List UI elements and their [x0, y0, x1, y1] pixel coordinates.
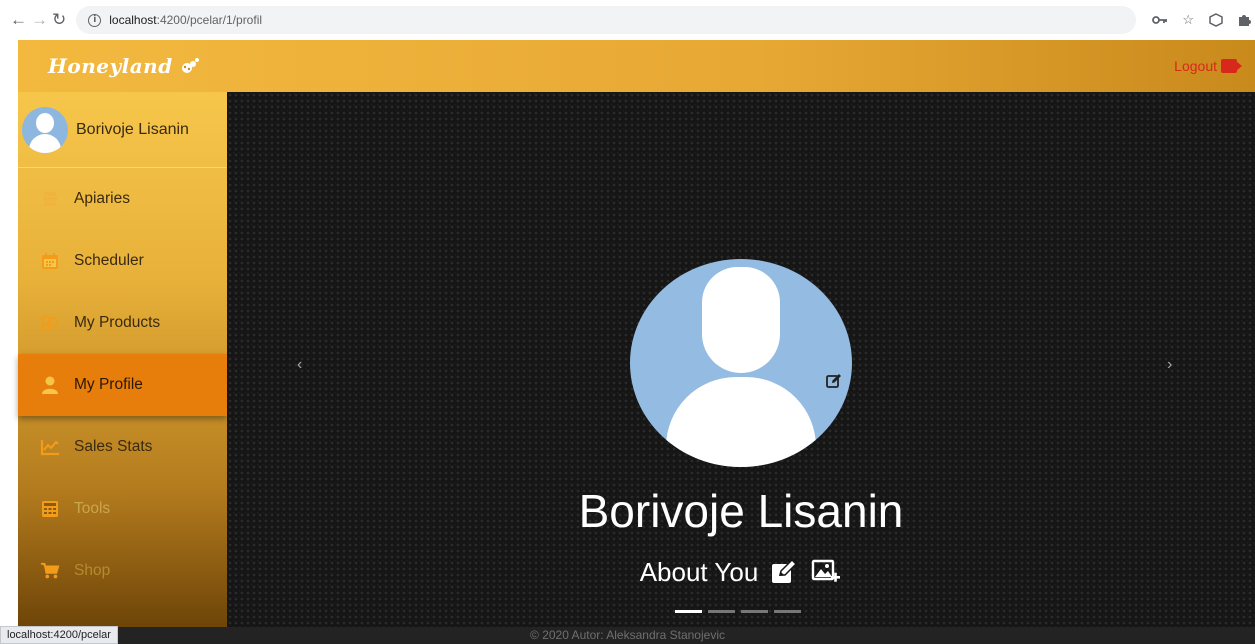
sidebar-item-label: My Profile: [74, 376, 143, 393]
carousel-indicator[interactable]: [774, 610, 801, 613]
brand-logo[interactable]: Honeyland: [48, 54, 201, 78]
sidebar-item-tools[interactable]: Tools: [18, 478, 227, 540]
sidebar-user-name: Borivoje Lisanin: [76, 120, 189, 138]
about-label: About You: [639, 556, 759, 587]
address-bar[interactable]: i localhost:4200/pcelar/1/profil: [76, 6, 1137, 34]
browser-toolbar: ← → ↻ i localhost:4200/pcelar/1/profil ☆…: [0, 0, 1255, 40]
sidebar-item-label: Tools: [74, 500, 111, 517]
bee-flower-icon: [179, 56, 201, 76]
sidebar-item-label: My Products: [74, 314, 161, 331]
logout-button[interactable]: Logout: [1174, 58, 1242, 74]
puzzle-icon[interactable]: [1236, 12, 1252, 28]
key-icon[interactable]: [1152, 12, 1168, 28]
url-host: localhost: [109, 13, 157, 27]
logout-label: Logout: [1174, 58, 1217, 74]
back-arrow-icon[interactable]: ←: [10, 9, 27, 31]
carousel-next-button[interactable]: ›: [1167, 356, 1172, 374]
calculator-icon: [40, 499, 60, 519]
chart-icon: [40, 437, 60, 457]
sidebar-item-label: Scheduler: [74, 252, 144, 269]
sidebar-item-label: Sales Stats: [74, 438, 153, 455]
sidebar-item-sales-stats[interactable]: Sales Stats: [18, 416, 227, 478]
honeycomb-icon: [40, 313, 60, 333]
sidebar-item-scheduler[interactable]: Scheduler: [18, 230, 227, 292]
footer-text: © 2020 Autor: Aleksandra Stanojevic: [530, 628, 725, 642]
carousel-indicator[interactable]: [741, 610, 768, 613]
cart-icon: [40, 561, 60, 581]
sidebar: Borivoje Lisanin Apiaries Scheduler My P…: [18, 92, 227, 627]
sidebar-item-my-profile[interactable]: My Profile: [18, 354, 227, 416]
user-icon: [40, 375, 60, 395]
carousel-prev-button[interactable]: ‹: [297, 356, 302, 374]
sidebar-item-shop[interactable]: Shop: [18, 540, 227, 602]
edit-avatar-icon[interactable]: [826, 373, 842, 389]
sidebar-item-apiaries[interactable]: Apiaries: [18, 168, 227, 230]
reload-icon[interactable]: ↻: [52, 9, 66, 31]
profile-name: Borivoje Lisanin: [578, 485, 904, 537]
site-info-icon[interactable]: i: [88, 13, 102, 27]
extension-cube-icon[interactable]: [1208, 12, 1224, 28]
beehive-icon: [40, 189, 60, 209]
forward-arrow-icon[interactable]: →: [31, 9, 48, 31]
page-footer: © 2020 Autor: Aleksandra Stanojevic: [0, 627, 1255, 644]
carousel-indicator[interactable]: [708, 610, 735, 613]
brand-name: Honeyland: [48, 54, 173, 78]
sidebar-item-my-products[interactable]: My Products: [18, 292, 227, 354]
browser-status-url: localhost:4200/pcelar: [0, 626, 118, 644]
url-path: :4200/pcelar/1/profil: [156, 13, 263, 27]
calendar-icon: [40, 251, 60, 271]
add-image-icon[interactable]: [810, 556, 842, 588]
edit-about-icon[interactable]: [768, 556, 800, 588]
avatar: [22, 106, 68, 153]
sidebar-item-label: Shop: [74, 562, 111, 579]
profile-avatar: [630, 259, 852, 467]
carousel-indicator[interactable]: [675, 610, 702, 613]
star-icon[interactable]: ☆: [1180, 12, 1196, 28]
carousel-indicators: [675, 610, 801, 613]
sidebar-item-label: Apiaries: [74, 190, 130, 207]
sign-out-icon: [1221, 59, 1242, 73]
sidebar-profile[interactable]: Borivoje Lisanin: [18, 92, 227, 168]
app-topbar: Honeyland Logout: [18, 40, 1255, 92]
profile-carousel: ‹ › Borivoje Lisanin About You: [227, 92, 1255, 627]
about-section: About You: [227, 556, 1255, 588]
